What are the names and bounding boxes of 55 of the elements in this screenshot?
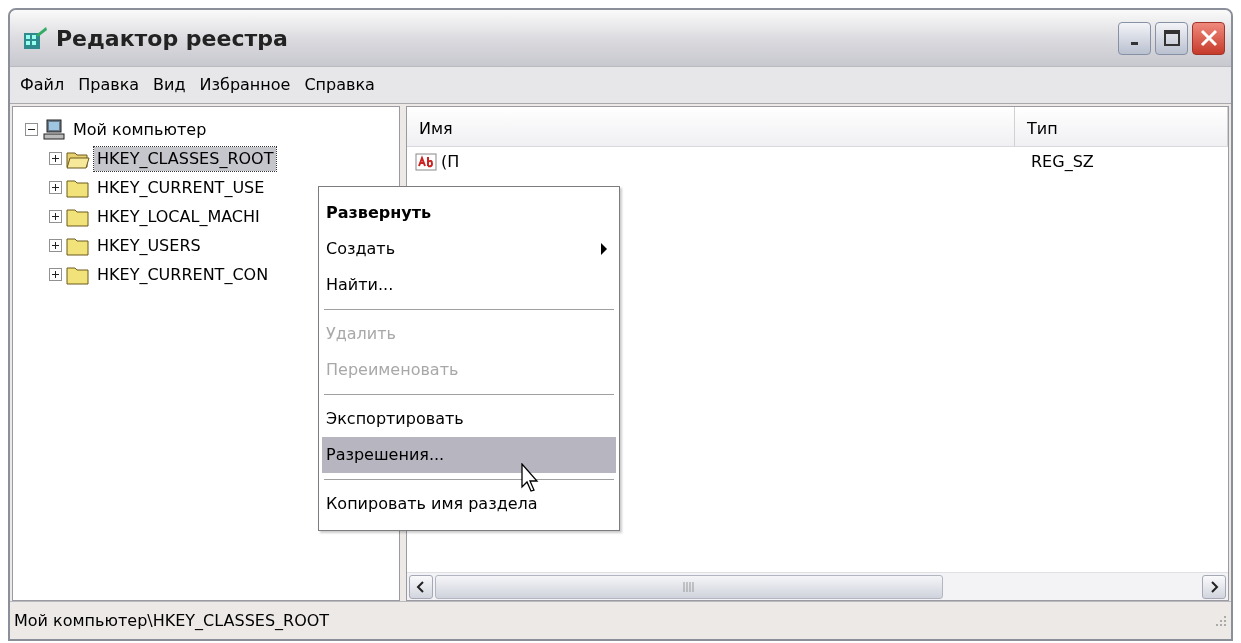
minimize-icon (1131, 41, 1138, 45)
folder-icon (66, 264, 90, 285)
context-menu-item[interactable]: Копировать имя раздела (322, 486, 616, 522)
scroll-right-button[interactable] (1202, 574, 1226, 599)
tree-item[interactable]: Мой компьютер (70, 117, 210, 142)
menu-item[interactable]: Файл (14, 71, 71, 99)
expand-toggle[interactable] (49, 268, 62, 281)
context-menu-item[interactable]: Экспортировать (322, 401, 616, 437)
plus-icon (51, 183, 60, 192)
context-menu-item[interactable]: Развернуть (322, 195, 616, 231)
tree-item[interactable]: HKEY_USERS (94, 233, 204, 258)
folder-icon (66, 206, 90, 227)
chevron-right-icon (1209, 580, 1219, 593)
maximize-icon (1162, 29, 1181, 47)
context-menu-item: Переименовать (325, 359, 460, 381)
menu-item[interactable]: Правка (72, 71, 146, 99)
plus-icon (51, 154, 60, 163)
folder-icon (66, 235, 90, 256)
column-header[interactable]: Тип (1015, 107, 1228, 146)
folder-icon (66, 177, 90, 198)
context-menu-item: Удалить (325, 323, 397, 345)
value-type: REG_SZ (1030, 151, 1094, 173)
menu-item[interactable]: Вид (147, 71, 192, 99)
mouse-pointer-icon (521, 463, 541, 493)
column-header[interactable]: Имя (407, 107, 1015, 146)
computer-icon (42, 118, 66, 141)
scrollbar-thumb[interactable] (435, 574, 943, 599)
string-value-icon (415, 153, 437, 171)
registry-icon (22, 25, 48, 51)
menu-item[interactable]: Избранное (193, 71, 297, 99)
resize-grip-icon (1215, 614, 1227, 627)
menu-item[interactable]: Справка (298, 71, 381, 99)
plus-icon (51, 241, 60, 250)
chevron-left-icon (416, 580, 426, 593)
plus-icon (51, 212, 60, 221)
context-menu-item[interactable]: Найти... (322, 267, 616, 303)
expand-toggle[interactable] (49, 152, 62, 165)
context-menu-item[interactable]: Разрешения... (322, 437, 616, 473)
context-menu-item[interactable]: Создать (322, 231, 616, 267)
scroll-left-button[interactable] (409, 574, 433, 599)
close-icon (1198, 28, 1219, 48)
tree-item[interactable]: HKEY_CLASSES_ROOT (94, 146, 277, 171)
maximize-button[interactable] (1155, 21, 1188, 55)
plus-icon (51, 270, 60, 279)
expand-toggle[interactable] (49, 239, 62, 252)
tree-item[interactable]: HKEY_CURRENT_USE (94, 175, 268, 200)
collapse-toggle[interactable] (25, 123, 38, 136)
close-button[interactable] (1192, 21, 1225, 55)
expand-toggle[interactable] (49, 210, 62, 223)
window-title: Редактор реестра (56, 24, 288, 53)
status-text: Мой компьютер\HKEY_CLASSES_ROOT (14, 609, 330, 632)
tree-item[interactable]: HKEY_CURRENT_CON (94, 262, 272, 287)
tree-item[interactable]: HKEY_LOCAL_MACHI (94, 204, 263, 229)
expand-toggle[interactable] (49, 181, 62, 194)
value-name: (П (441, 151, 460, 173)
